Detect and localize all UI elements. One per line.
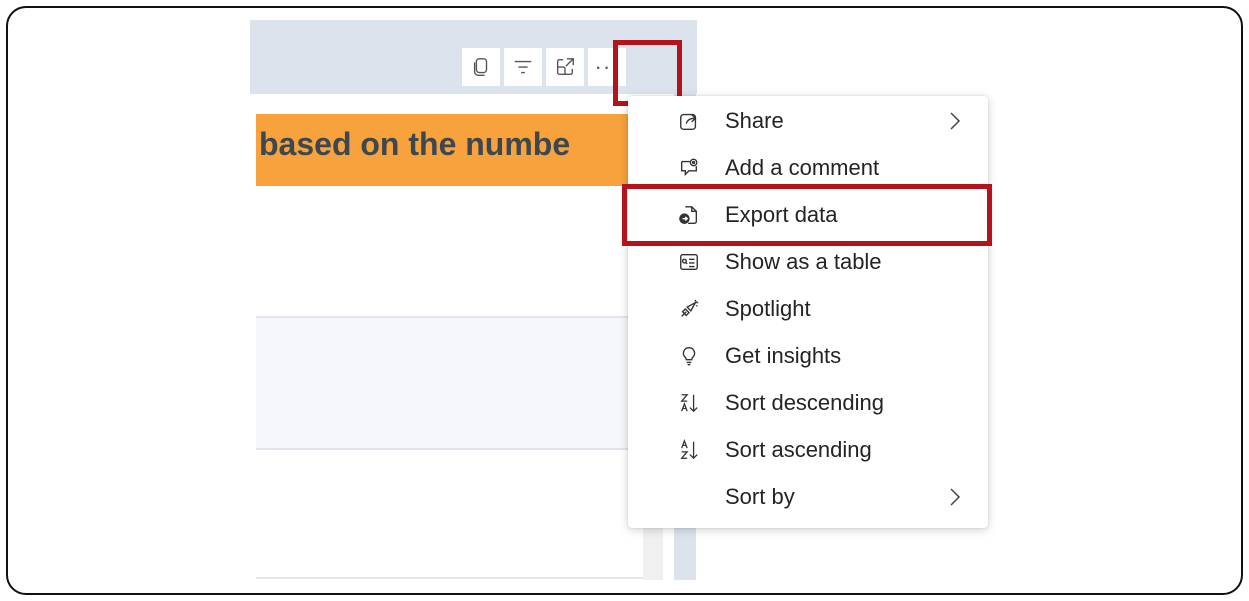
visual-title: based on the numbe (259, 126, 571, 162)
focus-mode-icon (556, 58, 574, 76)
table-view-icon (676, 249, 702, 275)
menu-item-label: Sort ascending (725, 437, 872, 462)
spotlight-icon (676, 296, 702, 322)
menu-item-label: Share (725, 108, 784, 133)
focus-mode-button[interactable] (546, 48, 584, 86)
lightbulb-icon (676, 343, 702, 369)
menu-item-sort-ascending[interactable]: Sort ascending (628, 427, 988, 473)
menu-item-share[interactable]: Share (628, 98, 988, 144)
copy-visual-button[interactable] (462, 48, 500, 86)
divider (256, 577, 643, 579)
menu-item-spotlight[interactable]: Spotlight (628, 286, 988, 332)
menu-item-label: Sort descending (725, 390, 884, 415)
menu-item-label: Spotlight (725, 296, 811, 321)
menu-item-label: Sort by (725, 484, 795, 509)
context-menu: Share Add a comment Export data Show as … (628, 96, 988, 528)
chevron-right-icon (950, 488, 961, 506)
visual-content-panel (256, 316, 643, 450)
sort-ascending-icon (676, 437, 702, 463)
chevron-right-icon (950, 112, 961, 130)
filter-button[interactable] (504, 48, 542, 86)
menu-item-get-insights[interactable]: Get insights (628, 333, 988, 379)
menu-item-label: Get insights (725, 343, 842, 368)
menu-item-sort-descending[interactable]: Sort descending (628, 380, 988, 426)
visual-title-banner: based on the numbe (256, 114, 628, 186)
menu-item-sort-by[interactable]: Sort by (628, 474, 988, 520)
menu-item-label: Show as a table (725, 249, 882, 274)
visual-body-area (256, 190, 643, 310)
sort-descending-icon (676, 390, 702, 416)
comment-icon (676, 155, 702, 181)
menu-item-label: Add a comment (725, 155, 880, 180)
filter-icon (514, 60, 532, 74)
visual-toolbar: ··· (462, 48, 626, 86)
copy-icon (473, 58, 488, 76)
highlight-export-data (622, 184, 992, 246)
share-icon (676, 108, 702, 134)
